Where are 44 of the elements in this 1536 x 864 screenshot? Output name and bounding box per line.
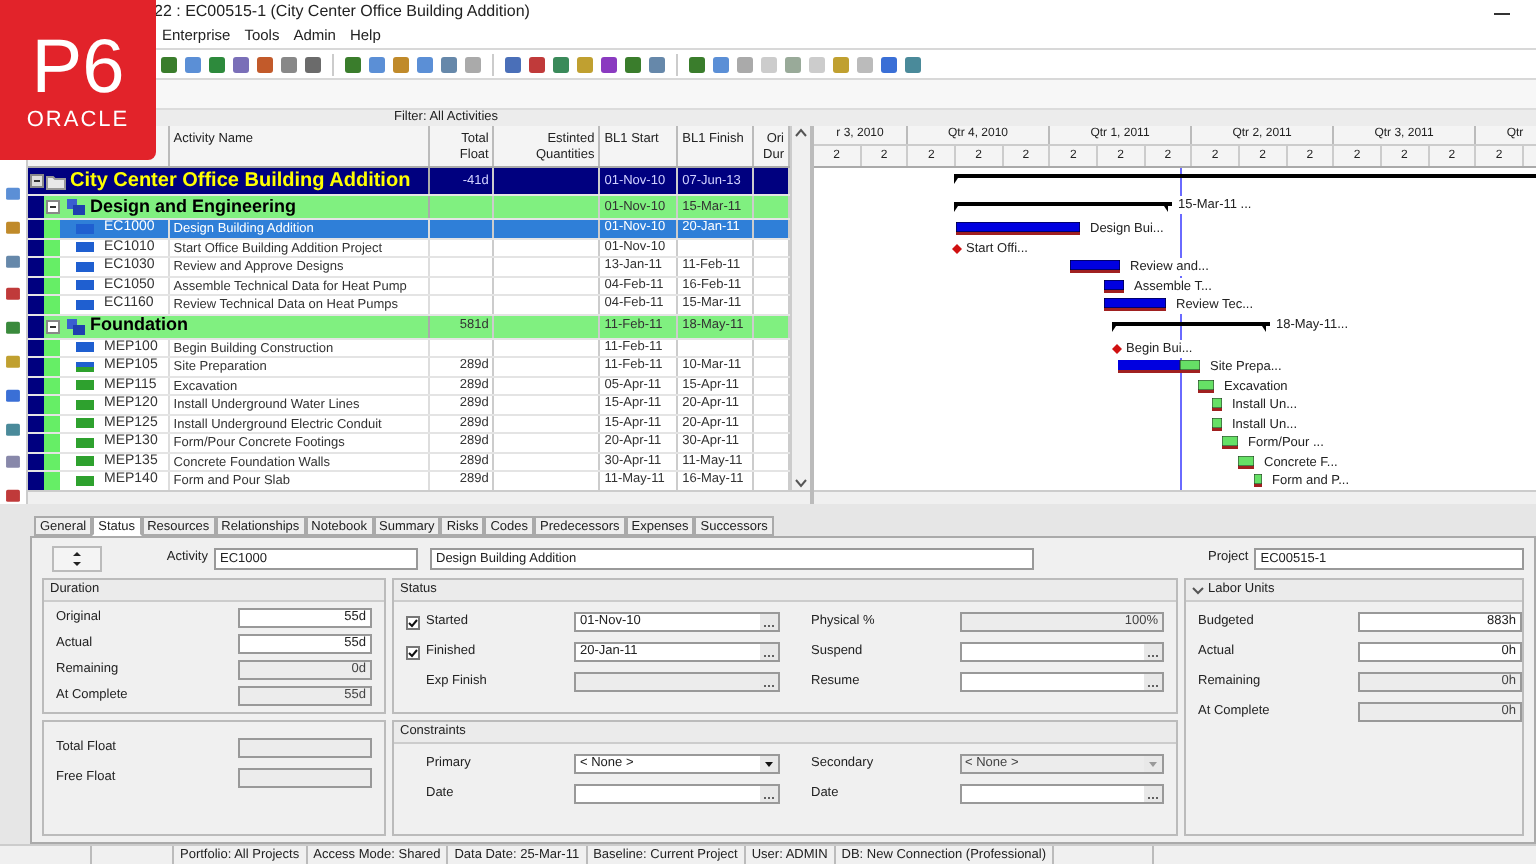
chevron-icon[interactable] [1192,585,1204,595]
task-bar [1070,260,1120,274]
row-title: Foundation [90,315,188,337]
row-title: City Center Office Building Addition [70,168,411,194]
input-field[interactable] [959,784,1164,804]
checkbox[interactable] [406,615,420,629]
logo-wordmark: ORACLE [26,108,130,132]
scrollbar[interactable] [790,126,810,490]
milestone-marker [1112,343,1122,353]
picker-button[interactable] [1144,786,1162,802]
wbs-icon [66,198,86,216]
folder-icon [46,173,66,189]
picker-button[interactable] [759,614,777,630]
task-bar [1212,417,1222,431]
task-bar [1238,455,1254,469]
input-field[interactable] [574,784,779,804]
scroll-up-icon[interactable] [794,126,808,138]
scroll-down-icon[interactable] [794,478,808,490]
collapse-toggle[interactable] [46,319,60,333]
scrollbar[interactable] [28,490,810,504]
wbs-icon [66,317,86,335]
task-bar [1118,360,1200,374]
input-field[interactable] [959,642,1164,662]
picker-button[interactable] [1144,674,1162,690]
picker-button[interactable] [759,644,777,660]
picker-button[interactable] [759,786,777,802]
task-bar [1222,436,1238,450]
task-bar [1254,474,1262,488]
task-bar [956,222,1080,236]
checkbox[interactable] [406,645,420,659]
task-bar [1104,298,1166,312]
picker-button[interactable] [1144,644,1162,660]
dropdown-button[interactable] [759,756,777,772]
collapse-toggle[interactable] [46,200,60,214]
task-bar [1104,279,1124,293]
row-title: Design and Engineering [90,196,297,218]
task-bar [1198,379,1214,393]
input-field[interactable] [959,672,1164,692]
task-bar [1212,398,1222,412]
collapse-toggle[interactable] [30,174,44,188]
scrollbar[interactable] [814,490,1536,504]
milestone-marker [952,243,962,253]
logo-mark: P6 [31,28,125,108]
spinner-button[interactable] [52,545,102,571]
